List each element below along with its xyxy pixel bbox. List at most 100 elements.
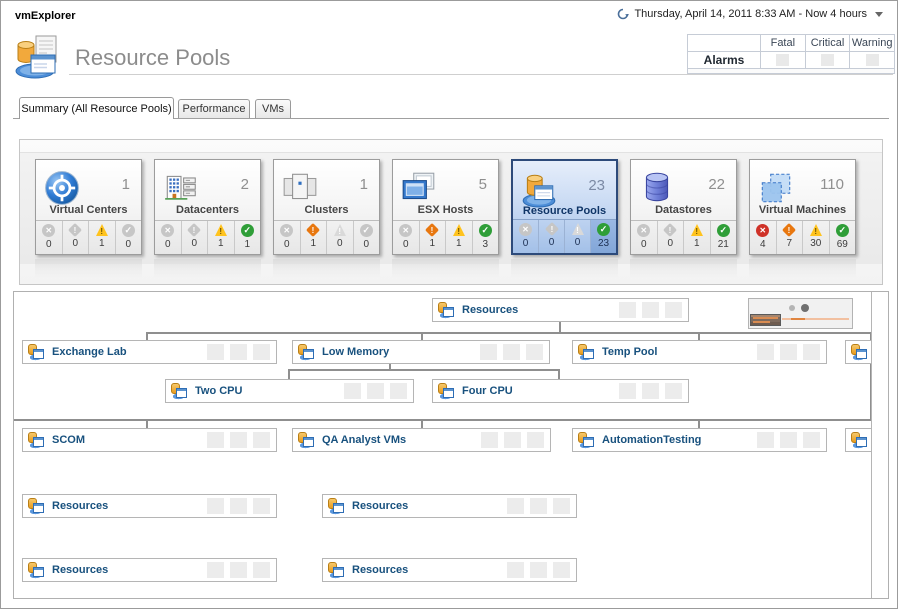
tab-performance[interactable]: Performance	[178, 99, 250, 119]
tile-label: Virtual Centers	[36, 204, 141, 216]
tile-resource-pools[interactable]: 23 Resource Pools 0 0 0 23	[511, 159, 618, 255]
vmexplorer-window: vmExplorer Thursday, April 14, 2011 8:33…	[0, 0, 898, 609]
tile-reflection	[749, 259, 856, 278]
tile-label: ESX Hosts	[393, 204, 498, 216]
tile-virtual-machines[interactable]: 110 Virtual Machines 4 7 30 69	[749, 159, 856, 255]
topology-node-two-cpu[interactable]: Two CPU	[165, 379, 414, 403]
fatal-icon	[280, 224, 293, 237]
tile-status-row: 0 0 1 0	[36, 220, 141, 254]
warning-icon	[334, 224, 346, 236]
topology-node-four-cpu[interactable]: Four CPU	[432, 379, 689, 403]
topology-node-low-memory[interactable]: Low Memory	[292, 340, 550, 364]
node-alarm-placeholders	[207, 344, 270, 360]
normal-icon	[241, 224, 254, 237]
node-alarm-placeholders	[507, 498, 570, 514]
node-label: Exchange Lab	[52, 346, 127, 358]
node-alarm-placeholders	[619, 383, 682, 399]
resource-pool-icon	[169, 382, 188, 400]
alarms-row-label: Alarms	[688, 51, 760, 68]
tab-summary[interactable]: Summary (All Resource Pools)	[19, 97, 174, 119]
alarms-col-fatal: Fatal	[760, 35, 805, 51]
warning-icon	[96, 224, 108, 236]
tile-count: 2	[241, 176, 249, 193]
normal-icon	[597, 223, 610, 236]
fatal-icon	[756, 224, 769, 237]
tile-count: 1	[122, 176, 130, 193]
tile-reflection	[35, 259, 142, 278]
tile-status-row: 0 0 1 1	[155, 220, 260, 254]
alarms-fatal-cell[interactable]	[760, 51, 805, 68]
warning-icon	[215, 224, 227, 236]
node-alarm-placeholders	[507, 562, 570, 578]
topology-node-qa-analyst-vms[interactable]: QA Analyst VMs	[292, 428, 551, 452]
tile-label: Datacenters	[155, 204, 260, 216]
app-title: vmExplorer	[15, 10, 76, 22]
topology-node-resources[interactable]: Resources	[322, 558, 577, 582]
page-title: Resource Pools	[75, 45, 230, 71]
tile-reflection	[511, 259, 618, 278]
normal-icon	[360, 224, 373, 237]
tile-clusters[interactable]: 1 Clusters 0 1 0 0	[273, 159, 380, 255]
connector-line	[558, 371, 560, 379]
node-label: Resources	[52, 500, 108, 512]
node-alarm-placeholders	[480, 344, 543, 360]
node-label: Resources	[352, 564, 408, 576]
tab-label: Performance	[183, 103, 246, 115]
node-label: Low Memory	[322, 346, 389, 358]
topology-node-resources-root[interactable]: Resources	[432, 298, 689, 322]
topology-node-clipped[interactable]	[845, 428, 872, 452]
topology-node-exchange-lab[interactable]: Exchange Lab	[22, 340, 277, 364]
normal-icon	[479, 224, 492, 237]
topology-node-resources[interactable]: Resources	[322, 494, 577, 518]
minimap-viewport[interactable]	[750, 314, 781, 326]
tile-esx-hosts[interactable]: 5 ESX Hosts 0 1 1 3	[392, 159, 499, 255]
resource-pool-icon	[26, 497, 45, 515]
tab-label: Summary (All Resource Pools)	[21, 103, 171, 115]
tile-label: Virtual Machines	[750, 204, 855, 216]
topology-node-clipped[interactable]	[845, 340, 872, 364]
tile-datastores[interactable]: 22 Datastores 0 0 1 21	[630, 159, 737, 255]
topology-view: Resources Exchange Lab Low Memory Temp P…	[13, 291, 889, 599]
tile-status-row: 4 7 30 69	[750, 220, 855, 254]
tile-status-row: 0 1 0 0	[274, 220, 379, 254]
node-label: AutomationTesting	[602, 434, 701, 446]
inventory-strip: 1 Virtual Centers 0 0 1 0	[19, 139, 883, 285]
topology-node-scom[interactable]: SCOM	[22, 428, 277, 452]
connector-line	[14, 419, 872, 421]
resource-pool-page-icon	[13, 35, 65, 84]
tile-datacenters[interactable]: 2 Datacenters 0 0 1 1	[154, 159, 261, 255]
tab-vms[interactable]: VMs	[255, 99, 291, 119]
time-range-selector[interactable]: Thursday, April 14, 2011 8:33 AM - Now 4…	[617, 8, 883, 20]
tile-status-row: 0 1 1 3	[393, 220, 498, 254]
resource-pool-icon	[326, 497, 345, 515]
resource-pool-icon	[326, 561, 345, 579]
resource-pool-icon	[296, 431, 315, 449]
tile-label: Datastores	[631, 204, 736, 216]
alarms-warning-cell[interactable]	[849, 51, 894, 68]
topology-node-automationtesting[interactable]: AutomationTesting	[572, 428, 827, 452]
topology-node-temp-pool[interactable]: Temp Pool	[572, 340, 827, 364]
node-alarm-placeholders	[207, 432, 270, 448]
resource-pool-icon	[436, 382, 455, 400]
node-alarm-placeholders	[207, 498, 270, 514]
node-alarm-placeholders	[757, 344, 820, 360]
warning-icon	[572, 223, 584, 235]
critical-icon	[187, 223, 201, 237]
critical-icon	[425, 223, 439, 237]
node-label: Resources	[462, 304, 518, 316]
resource-pool-icon	[26, 431, 45, 449]
fatal-icon	[519, 223, 532, 236]
time-range-label: Thursday, April 14, 2011 8:33 AM - Now 4…	[634, 8, 867, 20]
alarms-critical-cell[interactable]	[805, 51, 850, 68]
fatal-icon	[42, 224, 55, 237]
resource-pool-icon	[26, 561, 45, 579]
topology-minimap-widget[interactable]	[748, 298, 853, 329]
topology-node-resources[interactable]: Resources	[22, 558, 277, 582]
topology-node-resources[interactable]: Resources	[22, 494, 277, 518]
tile-virtual-centers[interactable]: 1 Virtual Centers 0 0 1 0	[35, 159, 142, 255]
connector-line	[288, 371, 290, 379]
resource-pool-icon	[849, 343, 868, 361]
node-label: QA Analyst VMs	[322, 434, 406, 446]
critical-icon	[68, 223, 82, 237]
tile-status-row: 0 0 1 21	[631, 220, 736, 254]
